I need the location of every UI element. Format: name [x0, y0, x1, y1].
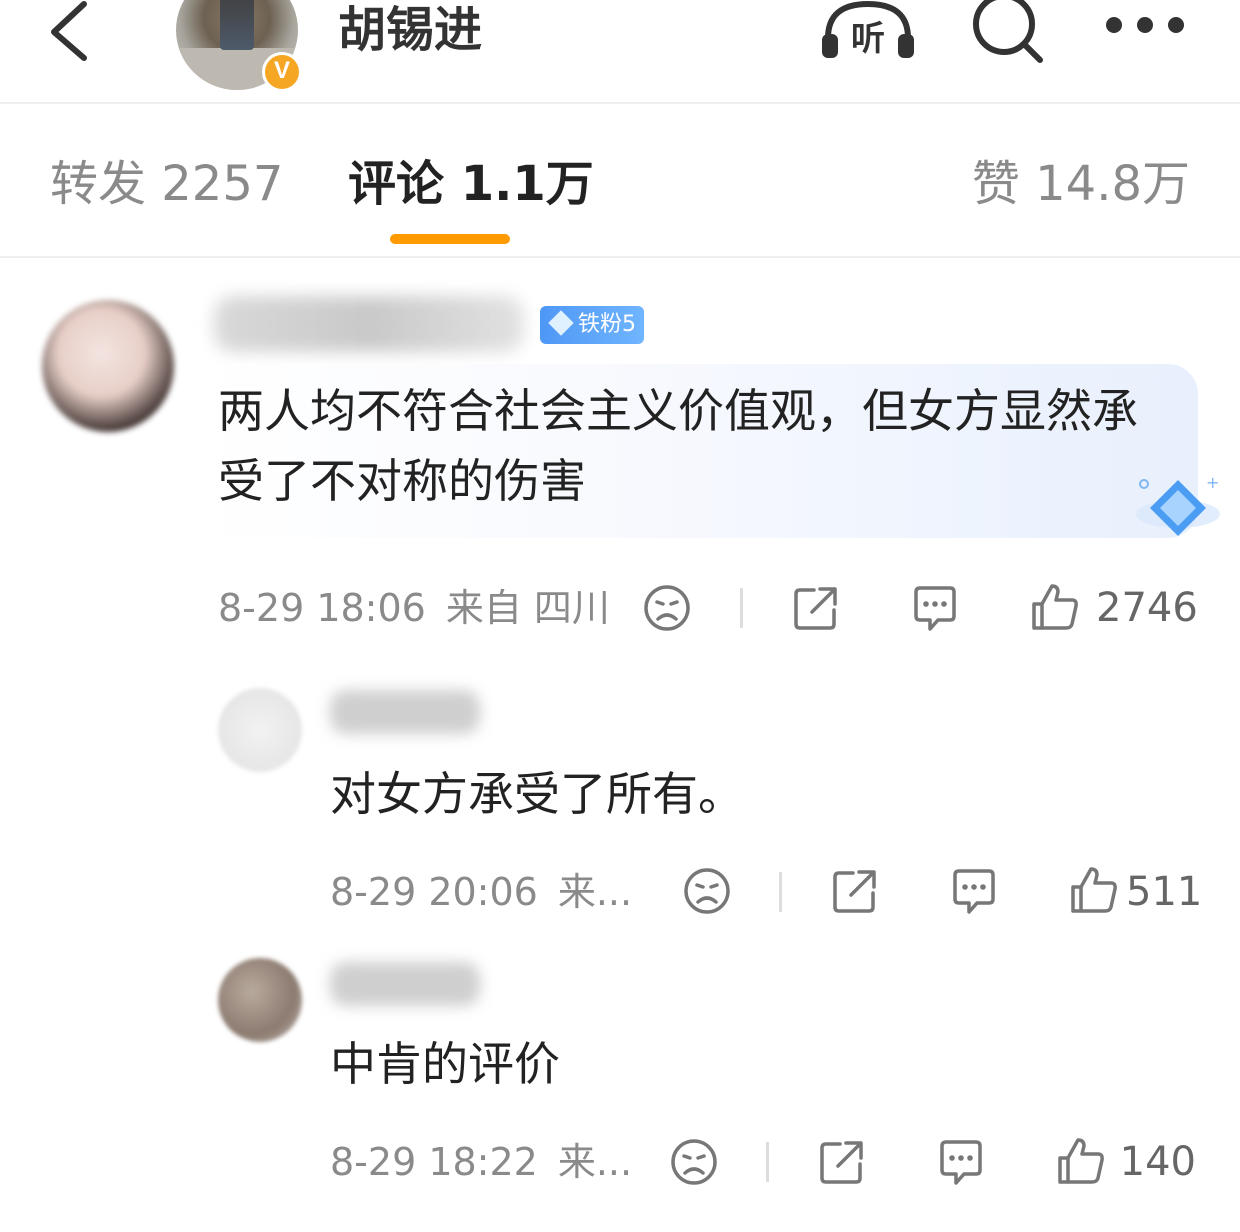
reply-comment-icon[interactable]: [910, 584, 960, 634]
reply-name-blurred[interactable]: [330, 690, 480, 734]
reply-avatar[interactable]: [218, 958, 302, 1042]
back-icon[interactable]: [40, 0, 100, 64]
active-tab-indicator: [390, 234, 510, 244]
reply-time: 8-29 18:22: [330, 1140, 538, 1184]
tab-comments[interactable]: 评论 1.1万: [348, 152, 594, 216]
comment-location: 来自 四川: [445, 586, 610, 630]
reply-text: 中肯的评价: [330, 1037, 560, 1091]
reply-location: 来...: [557, 870, 633, 914]
like-count: 2746: [1096, 585, 1198, 631]
reply-meta: 8-29 20:06 来...: [330, 862, 632, 922]
verified-badge: V: [262, 52, 302, 92]
commenter-avatar[interactable]: [42, 300, 174, 432]
more-icon[interactable]: [1100, 10, 1190, 40]
tab-likes[interactable]: 赞 14.8万: [972, 152, 1190, 216]
comment-meta: 8-29 18:06 来自 四川: [218, 578, 610, 638]
fan-level-badge: 铁粉5: [540, 306, 644, 344]
reply-comment-icon[interactable]: [936, 1138, 986, 1188]
reply-location: 来...: [557, 1140, 633, 1184]
comment-time: 8-29 18:06: [218, 586, 426, 630]
search-icon[interactable]: [968, 0, 1048, 64]
author-name[interactable]: 胡锡进: [338, 0, 482, 60]
listen-icon[interactable]: 听: [818, 0, 918, 64]
like-count: 511: [1126, 869, 1203, 915]
reply-meta: 8-29 18:22 来...: [330, 1132, 632, 1192]
thumbs-up-icon[interactable]: [1056, 1136, 1106, 1186]
thumbs-up-icon[interactable]: [1069, 865, 1119, 915]
dislike-face-icon[interactable]: [670, 1138, 718, 1186]
dislike-face-icon[interactable]: [643, 584, 691, 632]
dislike-face-icon[interactable]: [683, 867, 731, 915]
like-count: 140: [1119, 1139, 1196, 1185]
svg-text:+: +: [1206, 473, 1219, 492]
action-divider: [779, 872, 782, 912]
reply-name-blurred[interactable]: [330, 962, 480, 1006]
commenter-name-blurred[interactable]: [214, 296, 524, 352]
svg-text:听: 听: [851, 19, 885, 59]
share-icon[interactable]: [831, 867, 879, 915]
top-bar: V 胡锡进 听: [0, 0, 1240, 104]
share-icon[interactable]: [818, 1138, 866, 1186]
reply-comment-icon[interactable]: [949, 867, 999, 917]
comment-text: 两人均不符合社会主义价值观，但女方显然承受了不对称的伤害: [218, 384, 1138, 508]
diamond-gem-icon: +: [1136, 473, 1220, 536]
reply-text: 对女方承受了所有。: [330, 767, 744, 821]
action-divider: [766, 1142, 769, 1182]
tab-bar: 转发 2257 评论 1.1万 赞 14.8万: [0, 104, 1240, 258]
reply-time: 8-29 20:06: [330, 870, 538, 914]
share-icon[interactable]: [792, 584, 840, 632]
tab-repost[interactable]: 转发 2257: [50, 152, 283, 216]
thumbs-up-icon[interactable]: [1030, 582, 1080, 632]
action-divider: [740, 588, 743, 628]
diamond-icon: [548, 310, 574, 336]
reply-avatar[interactable]: [218, 688, 302, 772]
